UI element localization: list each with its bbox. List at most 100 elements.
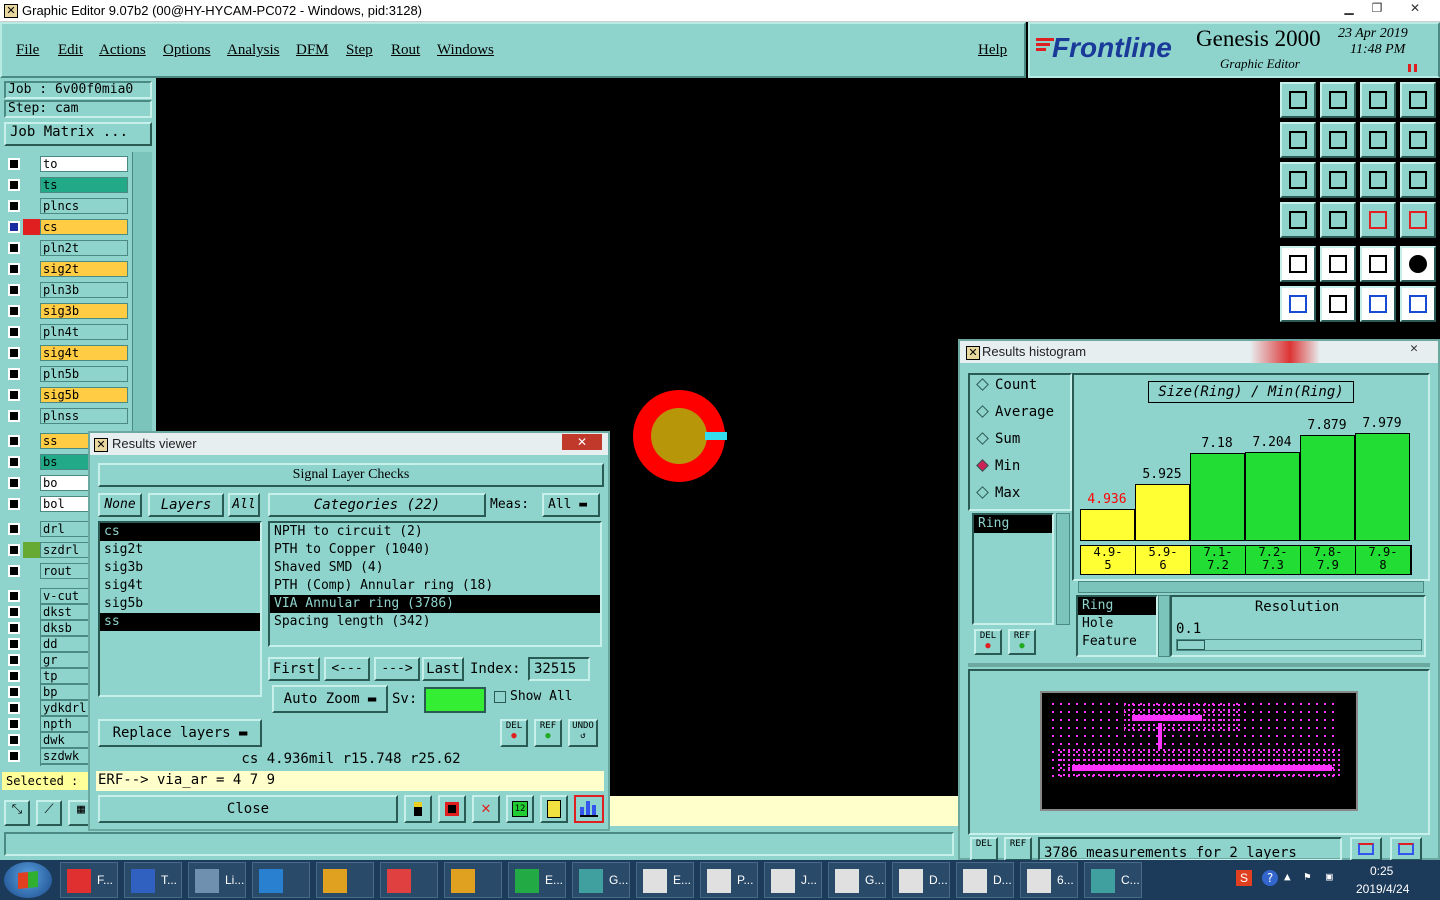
- taskbar-item[interactable]: D...: [956, 862, 1014, 898]
- layer-row-pln2t[interactable]: pln2t: [6, 240, 128, 256]
- layer-name[interactable]: cs: [40, 219, 128, 235]
- list-item[interactable]: VIA Annular ring (3786): [270, 595, 600, 613]
- help-icon[interactable]: [1400, 162, 1436, 198]
- replace-layers-select[interactable]: Replace layers ▬: [98, 719, 262, 747]
- print-icon[interactable]: [1390, 837, 1422, 861]
- list-item[interactable]: PTH (Comp) Annular ring (18): [270, 577, 600, 595]
- layer-checkbox[interactable]: [8, 242, 20, 254]
- layer-color-swatch[interactable]: [23, 261, 41, 277]
- menu-step[interactable]: Step: [346, 42, 373, 59]
- meas-select[interactable]: All ▬: [542, 493, 600, 517]
- layer-checkbox[interactable]: [8, 179, 20, 191]
- list-item[interactable]: PTH to Copper (1040): [270, 541, 600, 559]
- layer-name[interactable]: plnss: [40, 408, 128, 424]
- layer-color-swatch[interactable]: [23, 387, 41, 403]
- layer-color-swatch[interactable]: [23, 433, 41, 449]
- list-item[interactable]: sig2t: [100, 541, 260, 559]
- layer-checkbox[interactable]: [8, 523, 20, 535]
- layer-checkbox[interactable]: [8, 638, 20, 650]
- taskbar-item[interactable]: T...: [124, 862, 182, 898]
- layer-name[interactable]: sig2t: [40, 261, 128, 277]
- list-item[interactable]: cs: [100, 523, 260, 541]
- layer-color-swatch[interactable]: [23, 303, 41, 319]
- mode-count-radio[interactable]: Count: [974, 377, 1070, 397]
- layer-row-sig5b[interactable]: sig5b: [6, 387, 128, 403]
- layer-name[interactable]: pln3b: [40, 282, 128, 298]
- save-icon[interactable]: [1320, 82, 1356, 118]
- mode-min-radio[interactable]: Min: [974, 458, 1070, 478]
- flag-tray-icon[interactable]: ⚑: [1304, 870, 1311, 883]
- taskbar-item[interactable]: D...: [892, 862, 950, 898]
- minimize-button[interactable]: ▁: [1336, 1, 1362, 17]
- layer-checkbox[interactable]: [8, 456, 20, 468]
- menu-analysis[interactable]: Analysis: [227, 42, 280, 59]
- histogram-bar[interactable]: [1080, 509, 1135, 541]
- snap-right-icon[interactable]: [1320, 122, 1356, 158]
- layer-color-swatch[interactable]: [23, 732, 41, 748]
- zoom-tool-button[interactable]: ⤡: [4, 800, 30, 826]
- pad-icon[interactable]: [1400, 246, 1436, 282]
- mode-max-radio[interactable]: Max: [974, 485, 1070, 505]
- layer-name[interactable]: sig4t: [40, 345, 128, 361]
- layer-checkbox[interactable]: [8, 368, 20, 380]
- layer-checkbox[interactable]: [8, 410, 20, 422]
- shape-icon[interactable]: [1320, 246, 1356, 282]
- list-item[interactable]: sig4t: [100, 577, 260, 595]
- layer-name[interactable]: pln4t: [40, 324, 128, 340]
- histogram-bar[interactable]: [1245, 452, 1300, 541]
- menu-windows[interactable]: Windows: [437, 42, 494, 59]
- layer-name[interactable]: pln2t: [40, 240, 128, 256]
- ruler-icon[interactable]: [1360, 246, 1396, 282]
- close-window-button[interactable]: ✕: [1402, 1, 1428, 17]
- layer-checkbox[interactable]: [8, 284, 20, 296]
- menu-rout[interactable]: Rout: [391, 42, 420, 59]
- layer-checkbox[interactable]: [8, 389, 20, 401]
- layer-color-swatch[interactable]: [23, 604, 41, 620]
- layer-checkbox[interactable]: [8, 565, 20, 577]
- layer-color-swatch[interactable]: [23, 668, 41, 684]
- histogram-bar[interactable]: [1190, 453, 1245, 541]
- none-button[interactable]: None: [98, 493, 142, 517]
- layers-b-icon[interactable]: [1400, 202, 1436, 238]
- layer-results-list[interactable]: cs sig2t sig3b sig4t sig5b ss: [98, 521, 262, 697]
- layer-row-plnss[interactable]: plnss: [6, 408, 128, 424]
- menu-help[interactable]: Help: [978, 42, 1007, 59]
- taskbar-item[interactable]: J...: [764, 862, 822, 898]
- layer-checkbox[interactable]: [8, 200, 20, 212]
- layer-color-swatch[interactable]: [23, 324, 41, 340]
- categories-button[interactable]: Categories (22): [268, 493, 486, 517]
- list-item[interactable]: Shaved SMD (4): [270, 559, 600, 577]
- list-item[interactable]: Feature: [1078, 633, 1156, 651]
- taskbar-item[interactable]: G...: [828, 862, 886, 898]
- layer-color-swatch[interactable]: [23, 563, 41, 579]
- layer-row-to[interactable]: to: [6, 156, 128, 172]
- results-tool-1-icon[interactable]: [404, 795, 432, 823]
- undo-button[interactable]: UNDO ↺: [568, 719, 598, 747]
- taskbar-item[interactable]: Li...: [188, 862, 246, 898]
- resolution-slider[interactable]: [1176, 639, 1422, 651]
- histogram-close-icon[interactable]: ✕: [1394, 341, 1434, 359]
- index-input[interactable]: 32515: [528, 657, 590, 681]
- menu-options[interactable]: Options: [163, 42, 211, 59]
- list-item[interactable]: sig3b: [100, 559, 260, 577]
- route-a-icon[interactable]: [1360, 286, 1396, 322]
- all-layers-button[interactable]: All: [228, 493, 260, 517]
- layer-color-swatch[interactable]: [23, 475, 41, 491]
- flip-icon[interactable]: [1360, 122, 1396, 158]
- layer-color-swatch[interactable]: [23, 282, 41, 298]
- layer-name[interactable]: pln5b: [40, 366, 128, 382]
- layer-color-swatch[interactable]: [23, 156, 41, 172]
- layer-checkbox[interactable]: [8, 221, 20, 233]
- mode-sum-radio[interactable]: Sum: [974, 431, 1070, 451]
- layer-checkbox[interactable]: [8, 686, 20, 698]
- layer-color-swatch[interactable]: [23, 652, 41, 668]
- layer-checkbox[interactable]: [8, 606, 20, 618]
- taskbar-item[interactable]: [252, 862, 310, 898]
- ref-button[interactable]: REF ●: [534, 719, 562, 747]
- layer-checkbox[interactable]: [8, 305, 20, 317]
- layer-row-plncs[interactable]: plncs: [6, 198, 128, 214]
- hist-del-button[interactable]: DEL ●: [974, 629, 1002, 655]
- layer-color-swatch[interactable]: [23, 345, 41, 361]
- close-button[interactable]: Close: [98, 795, 398, 823]
- layer-color-swatch[interactable]: [23, 542, 41, 558]
